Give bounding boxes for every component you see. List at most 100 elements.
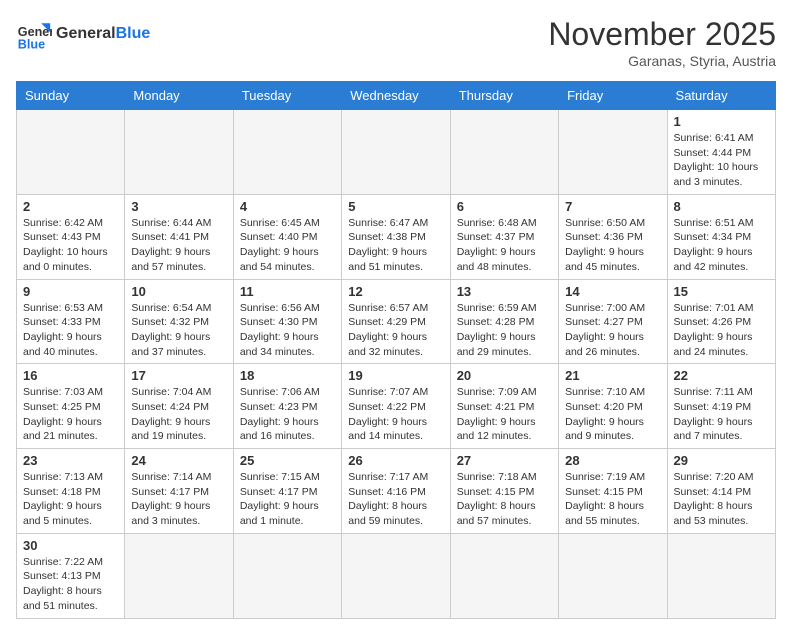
day-info: Sunrise: 6:44 AMSunset: 4:41 PMDaylight:…: [131, 216, 226, 275]
calendar-cell: 5 Sunrise: 6:47 AMSunset: 4:38 PMDaylight…: [342, 194, 450, 279]
calendar-cell: 7Sunrise: 6:50 AMSunset: 4:36 PMDaylight…: [559, 194, 667, 279]
calendar-header-friday: Friday: [559, 82, 667, 110]
page-header: General Blue GeneralBlue November 2025 G…: [16, 16, 776, 69]
day-number: 10: [131, 284, 226, 299]
day-info: Sunrise: 6:51 AMSunset: 4:34 PMDaylight:…: [674, 216, 769, 275]
day-info: Sunrise: 7:15 AMSunset: 4:17 PMDaylight:…: [240, 470, 335, 529]
day-number: 11: [240, 284, 335, 299]
day-info: Sunrise: 7:10 AMSunset: 4:20 PMDaylight:…: [565, 385, 660, 444]
calendar-header-monday: Monday: [125, 82, 233, 110]
calendar-cell: 20Sunrise: 7:09 AMSunset: 4:21 PMDayligh…: [450, 364, 558, 449]
calendar-cell: [559, 533, 667, 618]
day-number: 7: [565, 199, 660, 214]
day-number: 18: [240, 368, 335, 383]
day-info: Sunrise: 6:41 AMSunset: 4:44 PMDaylight:…: [674, 131, 769, 190]
day-info: Sunrise: 7:06 AMSunset: 4:23 PMDaylight:…: [240, 385, 335, 444]
calendar-cell: 25 Sunrise: 7:15 AMSunset: 4:17 PMDayligh…: [233, 449, 341, 534]
day-info: Sunrise: 7:18 AMSunset: 4:15 PMDaylight:…: [457, 470, 552, 529]
calendar-cell: 22 Sunrise: 7:11 AMSunset: 4:19 PMDayligh…: [667, 364, 775, 449]
calendar-cell: 9 Sunrise: 6:53 AMSunset: 4:33 PMDaylight…: [17, 279, 125, 364]
day-number: 9: [23, 284, 118, 299]
day-number: 19: [348, 368, 443, 383]
calendar-cell: 30 Sunrise: 7:22 AMSunset: 4:13 PMDayligh…: [17, 533, 125, 618]
calendar-cell: 21 Sunrise: 7:10 AMSunset: 4:20 PMDayligh…: [559, 364, 667, 449]
day-number: 22: [674, 368, 769, 383]
day-number: 25: [240, 453, 335, 468]
day-number: 24: [131, 453, 226, 468]
calendar-cell: [125, 110, 233, 195]
calendar-header-saturday: Saturday: [667, 82, 775, 110]
day-info: Sunrise: 6:48 AMSunset: 4:37 PMDaylight:…: [457, 216, 552, 275]
day-number: 30: [23, 538, 118, 553]
calendar-cell: [559, 110, 667, 195]
calendar-header-sunday: Sunday: [17, 82, 125, 110]
calendar: SundayMondayTuesdayWednesdayThursdayFrid…: [16, 81, 776, 619]
calendar-header-tuesday: Tuesday: [233, 82, 341, 110]
day-info: Sunrise: 6:57 AMSunset: 4:29 PMDaylight:…: [348, 301, 443, 360]
calendar-cell: 1 Sunrise: 6:41 AMSunset: 4:44 PMDaylight…: [667, 110, 775, 195]
day-info: Sunrise: 7:01 AMSunset: 4:26 PMDaylight:…: [674, 301, 769, 360]
calendar-cell: [125, 533, 233, 618]
calendar-cell: 29 Sunrise: 7:20 AMSunset: 4:14 PMDayligh…: [667, 449, 775, 534]
day-info: Sunrise: 7:17 AMSunset: 4:16 PMDaylight:…: [348, 470, 443, 529]
day-number: 21: [565, 368, 660, 383]
calendar-cell: 13Sunrise: 6:59 AMSunset: 4:28 PMDayligh…: [450, 279, 558, 364]
day-number: 5: [348, 199, 443, 214]
calendar-header-thursday: Thursday: [450, 82, 558, 110]
day-number: 1: [674, 114, 769, 129]
calendar-cell: 27 Sunrise: 7:18 AMSunset: 4:15 PMDayligh…: [450, 449, 558, 534]
day-number: 6: [457, 199, 552, 214]
day-info: Sunrise: 7:11 AMSunset: 4:19 PMDaylight:…: [674, 385, 769, 444]
day-info: Sunrise: 6:54 AMSunset: 4:32 PMDaylight:…: [131, 301, 226, 360]
calendar-cell: 16 Sunrise: 7:03 AMSunset: 4:25 PMDayligh…: [17, 364, 125, 449]
calendar-cell: [233, 110, 341, 195]
calendar-cell: 15 Sunrise: 7:01 AMSunset: 4:26 PMDayligh…: [667, 279, 775, 364]
day-number: 2: [23, 199, 118, 214]
day-info: Sunrise: 7:03 AMSunset: 4:25 PMDaylight:…: [23, 385, 118, 444]
day-number: 16: [23, 368, 118, 383]
calendar-cell: [17, 110, 125, 195]
calendar-week-row: 9 Sunrise: 6:53 AMSunset: 4:33 PMDaylight…: [17, 279, 776, 364]
calendar-cell: [342, 533, 450, 618]
day-info: Sunrise: 7:22 AMSunset: 4:13 PMDaylight:…: [23, 555, 118, 614]
calendar-week-row: 2 Sunrise: 6:42 AMSunset: 4:43 PMDaylight…: [17, 194, 776, 279]
day-info: Sunrise: 6:53 AMSunset: 4:33 PMDaylight:…: [23, 301, 118, 360]
calendar-week-row: 16 Sunrise: 7:03 AMSunset: 4:25 PMDayligh…: [17, 364, 776, 449]
day-number: 8: [674, 199, 769, 214]
calendar-cell: [342, 110, 450, 195]
calendar-cell: 8 Sunrise: 6:51 AMSunset: 4:34 PMDaylight…: [667, 194, 775, 279]
svg-text:Blue: Blue: [18, 37, 45, 51]
calendar-cell: 2 Sunrise: 6:42 AMSunset: 4:43 PMDaylight…: [17, 194, 125, 279]
day-info: Sunrise: 7:09 AMSunset: 4:21 PMDaylight:…: [457, 385, 552, 444]
day-info: Sunrise: 6:42 AMSunset: 4:43 PMDaylight:…: [23, 216, 118, 275]
calendar-cell: 6 Sunrise: 6:48 AMSunset: 4:37 PMDaylight…: [450, 194, 558, 279]
day-number: 29: [674, 453, 769, 468]
day-number: 26: [348, 453, 443, 468]
calendar-cell: 24 Sunrise: 7:14 AMSunset: 4:17 PMDayligh…: [125, 449, 233, 534]
day-number: 17: [131, 368, 226, 383]
location: Garanas, Styria, Austria: [548, 53, 776, 69]
day-number: 15: [674, 284, 769, 299]
day-info: Sunrise: 6:59 AMSunset: 4:28 PMDaylight:…: [457, 301, 552, 360]
day-info: Sunrise: 6:47 AMSunset: 4:38 PMDaylight:…: [348, 216, 443, 275]
day-number: 27: [457, 453, 552, 468]
calendar-cell: 17Sunrise: 7:04 AMSunset: 4:24 PMDayligh…: [125, 364, 233, 449]
day-number: 4: [240, 199, 335, 214]
day-number: 12: [348, 284, 443, 299]
logo-icon: General Blue: [16, 16, 52, 52]
month-title: November 2025: [548, 16, 776, 53]
day-number: 28: [565, 453, 660, 468]
calendar-header-row: SundayMondayTuesdayWednesdayThursdayFrid…: [17, 82, 776, 110]
calendar-cell: [667, 533, 775, 618]
calendar-cell: 11Sunrise: 6:56 AMSunset: 4:30 PMDayligh…: [233, 279, 341, 364]
calendar-week-row: 30 Sunrise: 7:22 AMSunset: 4:13 PMDayligh…: [17, 533, 776, 618]
day-info: Sunrise: 7:14 AMSunset: 4:17 PMDaylight:…: [131, 470, 226, 529]
day-info: Sunrise: 7:19 AMSunset: 4:15 PMDaylight:…: [565, 470, 660, 529]
calendar-cell: 18 Sunrise: 7:06 AMSunset: 4:23 PMDayligh…: [233, 364, 341, 449]
calendar-cell: 19Sunrise: 7:07 AMSunset: 4:22 PMDayligh…: [342, 364, 450, 449]
day-info: Sunrise: 7:20 AMSunset: 4:14 PMDaylight:…: [674, 470, 769, 529]
title-block: November 2025 Garanas, Styria, Austria: [548, 16, 776, 69]
day-info: Sunrise: 7:13 AMSunset: 4:18 PMDaylight:…: [23, 470, 118, 529]
calendar-cell: 26 Sunrise: 7:17 AMSunset: 4:16 PMDayligh…: [342, 449, 450, 534]
calendar-cell: 3Sunrise: 6:44 AMSunset: 4:41 PMDaylight…: [125, 194, 233, 279]
